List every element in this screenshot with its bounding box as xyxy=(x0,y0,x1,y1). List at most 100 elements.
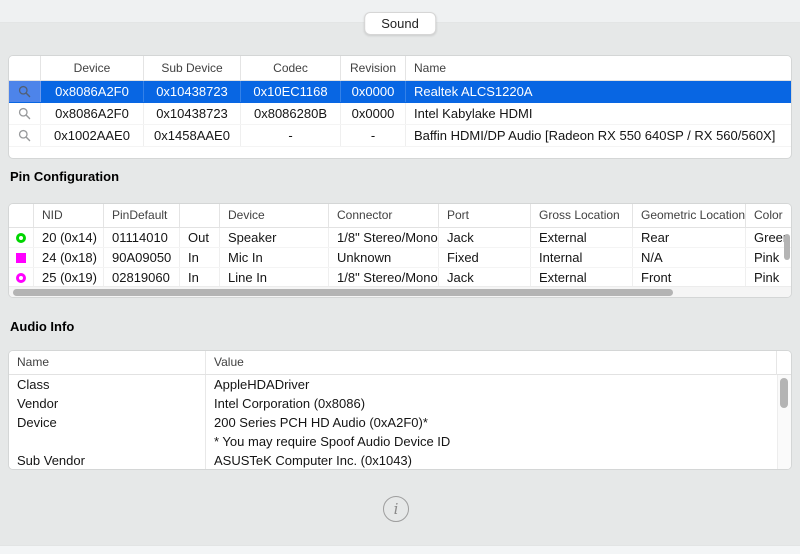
audio-column-header-name[interactable]: Name xyxy=(9,351,206,374)
pin-pindefault-cell: 90A09050 xyxy=(104,248,180,267)
pin-nid-cell: 20 (0x14) xyxy=(34,228,104,247)
device-column-header-revision[interactable]: Revision xyxy=(341,56,406,80)
codec-cell: 0x8086280B xyxy=(241,103,341,124)
tab-sound[interactable]: Sound xyxy=(364,12,436,35)
device-row-inspect-cell xyxy=(9,81,41,102)
pin-gross-location-cell: Internal xyxy=(531,248,633,267)
codec-cell: - xyxy=(241,125,341,146)
audio-table-header: Name Value xyxy=(9,351,791,375)
pin-color-icon xyxy=(16,233,26,243)
sub-device-cell: 0x10438723 xyxy=(144,81,241,102)
magnifier-icon[interactable] xyxy=(18,129,31,142)
pin-port-cell: Jack xyxy=(439,268,531,287)
pin-color-icon xyxy=(16,273,26,283)
pin-direction-cell: In xyxy=(180,248,220,267)
info-button[interactable]: i xyxy=(383,496,409,522)
pin-column-header-pindefault[interactable]: PinDefault xyxy=(104,204,180,227)
audio-value-cell: 200 Series PCH HD Audio (0xA2F0)* xyxy=(206,413,791,432)
audio-info-row[interactable]: * You may require Spoof Audio Device ID xyxy=(9,432,791,451)
info-icon: i xyxy=(394,502,399,517)
pin-column-header-gross-location[interactable]: Gross Location xyxy=(531,204,633,227)
device-column-header-device[interactable]: Device xyxy=(41,56,144,80)
device-row-inspect-cell xyxy=(9,103,41,124)
pin-row[interactable]: 24 (0x18) 90A09050 In Mic In Unknown Fix… xyxy=(9,248,792,268)
pin-port-cell: Jack xyxy=(439,228,531,247)
pin-column-header-nid[interactable]: NID xyxy=(34,204,104,227)
pin-column-header-connector[interactable]: Connector xyxy=(329,204,439,227)
pin-pindefault-cell: 01114010 xyxy=(104,228,180,247)
audio-value-cell: ASUSTeK Computer Inc. (0x1043) xyxy=(206,451,791,470)
revision-cell: 0x0000 xyxy=(341,81,406,102)
device-column-header-codec[interactable]: Codec xyxy=(241,56,341,80)
pin-horizontal-scrollbar-thumb[interactable] xyxy=(13,289,673,296)
pin-direction-cell: In xyxy=(180,268,220,287)
bottom-bar xyxy=(0,545,800,554)
pin-row[interactable]: 20 (0x14) 01114010 Out Speaker 1/8" Ster… xyxy=(9,228,792,248)
audio-info-row[interactable]: Sub Vendor ASUSTeK Computer Inc. (0x1043… xyxy=(9,451,791,470)
device-name-cell: Intel Kabylake HDMI xyxy=(406,103,791,124)
pin-table-header: NID PinDefault Device Connector Port Gro… xyxy=(9,204,792,228)
device-name-cell: Realtek ALCS1220A xyxy=(406,81,791,102)
pin-direction-cell: Out xyxy=(180,228,220,247)
device-id-cell: 0x8086A2F0 xyxy=(41,103,144,124)
pin-column-header-port[interactable]: Port xyxy=(439,204,531,227)
sub-device-cell: 0x10438723 xyxy=(144,103,241,124)
pin-column-header-color[interactable]: Color xyxy=(746,204,792,227)
pin-color-icon xyxy=(16,253,26,263)
audio-info-title: Audio Info xyxy=(10,319,74,334)
pin-connector-cell: 1/8" Stereo/Mono xyxy=(329,268,439,287)
audio-name-cell: Device xyxy=(9,413,206,432)
pin-column-header-geometric-location[interactable]: Geometric Location xyxy=(633,204,746,227)
pin-geometric-location-cell: N/A xyxy=(633,248,746,267)
device-id-cell: 0x1002AAE0 xyxy=(41,125,144,146)
pin-horizontal-scrollbar[interactable] xyxy=(9,286,791,297)
audio-vertical-scrollbar-thumb[interactable] xyxy=(780,378,788,408)
device-column-header-icon[interactable] xyxy=(9,56,41,80)
audio-vertical-scrollbar[interactable] xyxy=(777,375,791,469)
device-row[interactable]: 0x1002AAE0 0x1458AAE0 - - Baffin HDMI/DP… xyxy=(9,125,791,147)
magnifier-icon[interactable] xyxy=(18,85,31,98)
pin-device-cell: Mic In xyxy=(220,248,329,267)
audio-name-cell: Vendor xyxy=(9,394,206,413)
audio-name-cell: Sub Vendor xyxy=(9,451,206,470)
pin-gross-location-cell: External xyxy=(531,268,633,287)
device-row[interactable]: 0x8086A2F0 0x10438723 0x10EC1168 0x0000 … xyxy=(9,81,791,103)
pin-connector-cell: Unknown xyxy=(329,248,439,267)
pin-nid-cell: 24 (0x18) xyxy=(34,248,104,267)
device-row-inspect-cell xyxy=(9,125,41,146)
audio-info-row[interactable]: Vendor Intel Corporation (0x8086) xyxy=(9,394,791,413)
device-name-cell: Baffin HDMI/DP Audio [Radeon RX 550 640S… xyxy=(406,125,791,146)
audio-name-cell: Class xyxy=(9,375,206,394)
audio-value-cell: * You may require Spoof Audio Device ID xyxy=(206,432,791,451)
pin-column-header-device[interactable]: Device xyxy=(220,204,329,227)
device-table-header: Device Sub Device Codec Revision Name xyxy=(9,56,791,81)
header-scrollbar-divider xyxy=(776,351,777,375)
audio-column-header-value[interactable]: Value xyxy=(206,351,791,374)
audio-info-table: Name Value Class AppleHDADriver Vendor I… xyxy=(8,350,792,470)
pin-vertical-scrollbar[interactable] xyxy=(783,228,791,288)
device-column-header-subdevice[interactable]: Sub Device xyxy=(144,56,241,80)
audio-name-cell xyxy=(9,432,206,451)
pin-vertical-scrollbar-thumb[interactable] xyxy=(784,234,790,260)
audio-info-row[interactable]: Class AppleHDADriver xyxy=(9,375,791,394)
pin-configuration-title: Pin Configuration xyxy=(10,169,119,184)
pin-geometric-location-cell: Front xyxy=(633,268,746,287)
pin-row[interactable]: 25 (0x19) 02819060 In Line In 1/8" Stere… xyxy=(9,268,792,288)
pin-connector-cell: 1/8" Stereo/Mono xyxy=(329,228,439,247)
revision-cell: - xyxy=(341,125,406,146)
pin-pindefault-cell: 02819060 xyxy=(104,268,180,287)
sub-device-cell: 0x1458AAE0 xyxy=(144,125,241,146)
pin-device-cell: Speaker xyxy=(220,228,329,247)
audio-value-cell: AppleHDADriver xyxy=(206,375,791,394)
pin-configuration-table: NID PinDefault Device Connector Port Gro… xyxy=(8,203,792,298)
device-row[interactable]: 0x8086A2F0 0x10438723 0x8086280B 0x0000 … xyxy=(9,103,791,125)
pin-geometric-location-cell: Rear xyxy=(633,228,746,247)
pin-column-header-direction[interactable] xyxy=(180,204,220,227)
device-table: Device Sub Device Codec Revision Name 0x… xyxy=(8,55,792,159)
audio-info-row[interactable]: Device 200 Series PCH HD Audio (0xA2F0)* xyxy=(9,413,791,432)
pin-column-header-icon[interactable] xyxy=(9,204,34,227)
device-id-cell: 0x8086A2F0 xyxy=(41,81,144,102)
device-column-header-name[interactable]: Name xyxy=(406,56,791,80)
pin-nid-cell: 25 (0x19) xyxy=(34,268,104,287)
magnifier-icon[interactable] xyxy=(18,107,31,120)
